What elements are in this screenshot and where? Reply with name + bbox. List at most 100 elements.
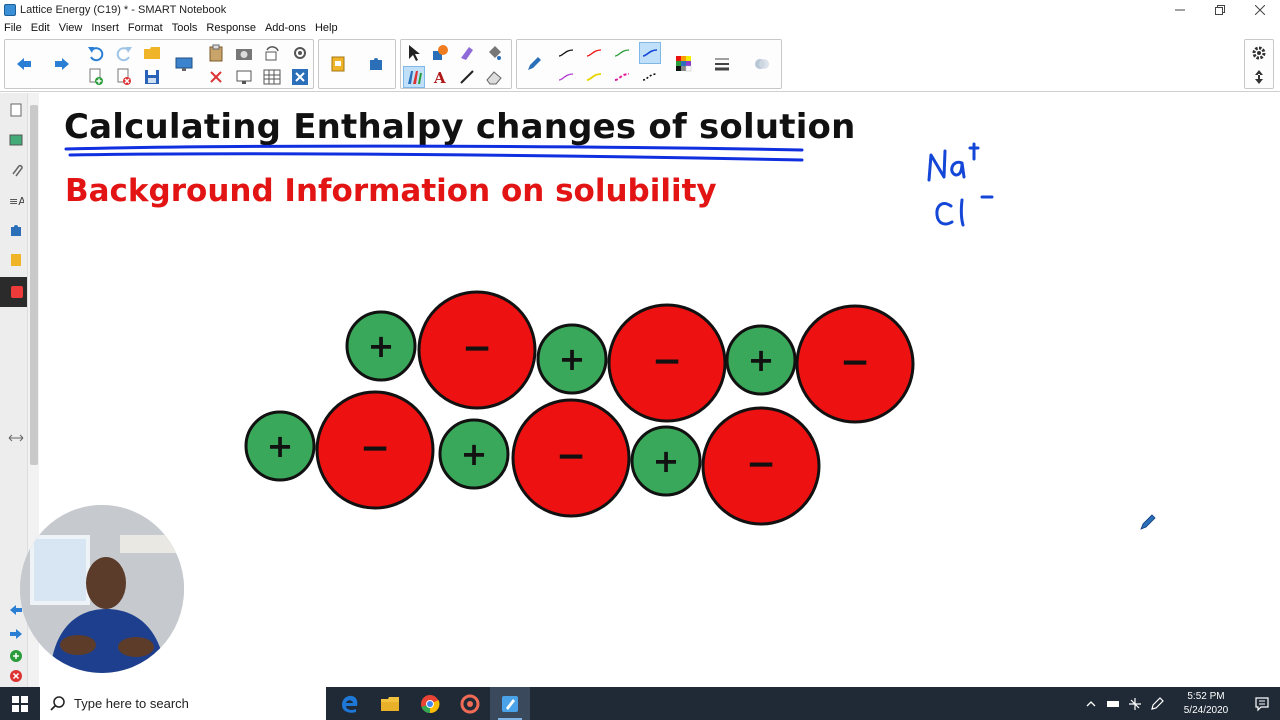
previous-page-button[interactable] <box>13 53 35 75</box>
pen-red-thin[interactable] <box>583 42 605 64</box>
pens-tool-button[interactable] <box>403 66 425 88</box>
paste-button[interactable] <box>205 42 227 64</box>
cation-circle[interactable] <box>536 323 608 395</box>
undo-button[interactable] <box>85 42 107 64</box>
tray-pen[interactable] <box>1146 687 1168 720</box>
add-ons-button[interactable] <box>365 53 387 75</box>
menu-add-ons[interactable]: Add-ons <box>261 22 311 34</box>
menu-tools[interactable]: Tools <box>168 22 203 34</box>
anion-circle[interactable] <box>511 398 631 518</box>
cation-circle[interactable] <box>630 425 702 497</box>
next-page-side-button[interactable] <box>5 623 27 645</box>
pen-purple-thin[interactable] <box>555 66 577 88</box>
scrollbar-thumb[interactable] <box>30 105 38 465</box>
fill-tool-button[interactable] <box>483 42 505 64</box>
next-page-button[interactable] <box>51 53 73 75</box>
minimize-button[interactable] <box>1160 0 1200 20</box>
text-icon: A <box>433 69 446 86</box>
open-file-button[interactable] <box>141 42 163 64</box>
delete-button[interactable] <box>289 66 311 88</box>
cation-circle[interactable] <box>345 310 417 382</box>
screen-shade-button[interactable] <box>205 66 227 88</box>
taskbar-app-red[interactable] <box>450 687 490 720</box>
shapes-tool-button[interactable] <box>429 42 451 64</box>
resize-handle[interactable] <box>5 427 27 449</box>
start-button[interactable] <box>0 687 40 720</box>
redo-button[interactable] <box>113 42 135 64</box>
stroke-yellow-icon <box>586 73 602 81</box>
delete-page-side-button[interactable] <box>5 665 27 687</box>
properties-tab[interactable]: ≡A <box>5 189 27 211</box>
response-tab[interactable] <box>5 249 27 271</box>
menu-file[interactable]: File <box>0 22 27 34</box>
eraser-tool-button[interactable] <box>456 42 478 64</box>
eraser-button[interactable] <box>483 66 505 88</box>
taskbar-clock[interactable]: 5:52 PM 5/24/2020 <box>1168 690 1244 718</box>
search-icon <box>50 695 65 711</box>
add-ons-tab[interactable] <box>5 219 27 241</box>
transparency-button[interactable] <box>751 53 773 75</box>
taskbar-search-box[interactable]: Type here to search <box>40 687 326 720</box>
properties-icon: ≡A <box>9 195 24 208</box>
close-button[interactable] <box>1240 0 1280 20</box>
tray-expand-button[interactable] <box>1080 687 1102 720</box>
taskbar-file-explorer[interactable] <box>370 687 410 720</box>
window-controls <box>1160 0 1280 20</box>
pen-black-thin[interactable] <box>555 42 577 64</box>
taskbar-smart-notebook[interactable] <box>490 687 530 720</box>
taskbar-chrome[interactable] <box>410 687 450 720</box>
tray-network[interactable] <box>1124 687 1146 720</box>
pen-magenta-dashed[interactable] <box>611 66 633 88</box>
pen-green-thin[interactable] <box>611 42 633 64</box>
text-tool-button[interactable]: A <box>429 66 451 88</box>
anion-circle[interactable] <box>795 304 915 424</box>
taskbar-edge[interactable] <box>330 687 370 720</box>
anion-circle[interactable] <box>701 406 821 526</box>
line-tool-button[interactable] <box>456 66 478 88</box>
page-subtitle[interactable]: Background Information on solubility <box>65 173 717 209</box>
undo-icon <box>88 47 104 62</box>
delete-page-button[interactable] <box>113 66 135 88</box>
minimize-icon <box>1175 9 1185 11</box>
response-button[interactable] <box>327 53 349 75</box>
anion-circle[interactable] <box>315 390 435 510</box>
cation-circle[interactable] <box>438 418 510 490</box>
menu-format[interactable]: Format <box>124 22 168 34</box>
menu-edit[interactable]: Edit <box>27 22 55 34</box>
line-style-button[interactable] <box>711 53 733 75</box>
menu-help[interactable]: Help <box>311 22 343 34</box>
rotate-button[interactable] <box>261 42 283 64</box>
pen-yellow-thin[interactable] <box>583 66 605 88</box>
add-page-side-button[interactable] <box>5 645 27 667</box>
action-center-button[interactable] <box>1244 687 1280 720</box>
properties-button[interactable] <box>289 42 311 64</box>
anion-circle[interactable] <box>607 303 727 423</box>
gear-icon <box>1252 46 1266 60</box>
cation-circle[interactable] <box>244 410 316 482</box>
page-title[interactable]: Calculating Enthalpy changes of solution <box>64 107 856 147</box>
menu-response[interactable]: Response <box>202 22 261 34</box>
select-tool-button[interactable] <box>403 42 425 64</box>
add-page-button[interactable] <box>85 66 107 88</box>
tray-device[interactable] <box>1102 687 1124 720</box>
display-screen-button[interactable] <box>173 53 195 75</box>
menu-view[interactable]: View <box>55 22 88 34</box>
pen-black-dashed[interactable] <box>639 66 661 88</box>
pen-blue-thin[interactable] <box>639 42 661 64</box>
pen-style-button[interactable] <box>523 53 545 75</box>
attachments-tab[interactable] <box>5 159 27 181</box>
menu-insert[interactable]: Insert <box>87 22 124 34</box>
insert-table-button[interactable] <box>261 66 283 88</box>
toolbar-position-button[interactable] <box>1248 66 1270 88</box>
full-screen-button[interactable] <box>233 66 255 88</box>
cation-circle[interactable] <box>725 324 797 396</box>
gallery-tab[interactable] <box>5 129 27 151</box>
restore-button[interactable] <box>1200 0 1240 20</box>
save-button[interactable] <box>141 66 163 88</box>
anion-circle[interactable] <box>417 290 537 410</box>
notebook-page-canvas[interactable]: Calculating Enthalpy changes of solution… <box>40 93 1280 687</box>
screen-capture-button[interactable] <box>233 42 255 64</box>
color-palette-button[interactable] <box>673 53 695 75</box>
page-sorter-tab[interactable] <box>5 99 27 121</box>
settings-button[interactable] <box>1248 42 1270 64</box>
